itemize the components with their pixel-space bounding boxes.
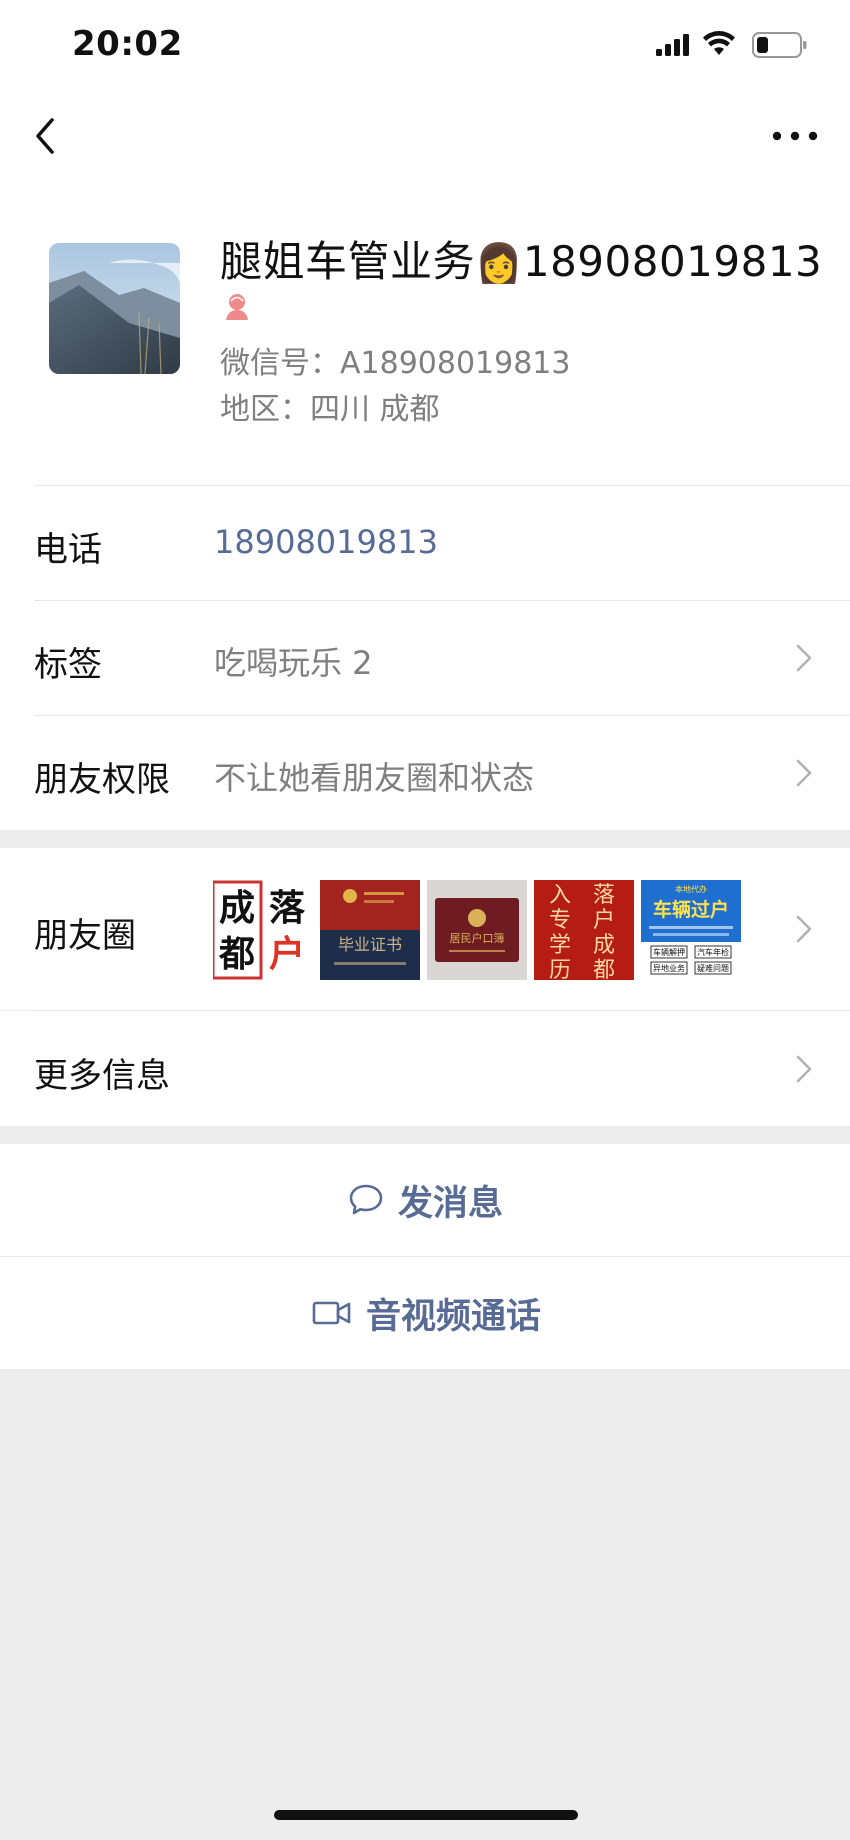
thumb-char: 都 <box>593 958 615 980</box>
permissions-value: 不让她看朋友圈和状态 <box>214 759 535 797</box>
status-bar: 20:02 <box>0 0 850 90</box>
chevron-right-icon <box>796 915 812 943</box>
thumb-char: 户 <box>269 933 305 975</box>
moments-thumb[interactable]: 居民户口簿 <box>427 880 527 980</box>
status-time: 20:02 <box>72 24 183 64</box>
wechat-id: 微信号：A18908019813 <box>220 346 571 381</box>
more-info-row[interactable]: 更多信息 <box>0 1011 850 1126</box>
thumb-text: 车辆过户 <box>653 898 729 921</box>
wifi-icon <box>703 31 735 55</box>
chat-bubble-icon <box>349 1184 383 1215</box>
nav-bar <box>0 100 850 172</box>
thumb-char: 专 <box>549 908 571 933</box>
thumb-text: 本地代办 <box>675 884 707 894</box>
home-indicator[interactable] <box>274 1810 578 1820</box>
female-icon <box>226 294 248 320</box>
thumb-char: 户 <box>593 908 615 933</box>
chevron-right-icon <box>796 644 812 672</box>
profile-name-suffix: 18908019813 <box>522 237 823 286</box>
profile-name-text: 腿姐车管业务 <box>220 237 476 286</box>
moments-thumb[interactable]: 入 落 专 户 学 成 历 都 <box>534 880 634 980</box>
thumb-char: 都 <box>218 933 255 975</box>
profile-name: 腿姐车管业务👩18908019813 <box>220 228 822 289</box>
chevron-right-icon <box>796 1055 812 1083</box>
moments-thumb[interactable]: 毕业证书 <box>320 880 420 980</box>
thumb-text: 毕业证书 <box>338 935 402 954</box>
moments-thumb[interactable]: 成 落 都 户 <box>213 880 313 980</box>
phone-label: 电话 <box>34 530 102 570</box>
friend-permissions-row[interactable]: 朋友权限 不让她看朋友圈和状态 <box>0 716 850 830</box>
section-gap <box>0 1126 850 1144</box>
thumb-text: 车辆解押 <box>653 947 685 957</box>
cellular-signal-icon <box>656 34 689 56</box>
tags-value: 吃喝玩乐 2 <box>214 644 373 682</box>
thumb-char: 落 <box>269 887 306 929</box>
thumb-char: 入 <box>549 883 571 908</box>
send-message-button[interactable]: 发消息 <box>0 1144 850 1256</box>
tags-row[interactable]: 标签 吃喝玩乐 2 <box>0 601 850 715</box>
voice-video-call-label: 音视频通话 <box>366 1296 542 1337</box>
moments-thumb[interactable]: 本地代办 车辆过户 车辆解押 汽车年检 异地业务 疑难问题 <box>641 880 741 980</box>
voice-video-call-button[interactable]: 音视频通话 <box>0 1257 850 1369</box>
thumb-text: 异地业务 <box>653 963 685 973</box>
thumb-char: 历 <box>549 958 571 980</box>
girl-emoji-icon: 👩 <box>475 241 523 285</box>
permissions-label: 朋友权限 <box>34 760 170 800</box>
back-button[interactable] <box>28 112 68 160</box>
thumb-char: 落 <box>593 883 615 908</box>
moments-label: 朋友圈 <box>34 916 136 956</box>
thumb-text: 居民户口簿 <box>450 931 505 945</box>
battery-icon <box>752 32 807 58</box>
thumb-text: 汽车年检 <box>697 947 729 957</box>
thumb-text: 疑难问题 <box>697 963 729 973</box>
avatar[interactable] <box>49 243 180 374</box>
thumb-char: 成 <box>593 933 615 958</box>
section-gap <box>0 830 850 848</box>
thumb-char: 成 <box>219 887 255 929</box>
chevron-right-icon <box>796 759 812 787</box>
tags-label: 标签 <box>34 645 102 685</box>
send-message-label: 发消息 <box>398 1183 504 1224</box>
more-options-button[interactable] <box>770 124 820 148</box>
region: 地区：四川 成都 <box>220 392 440 427</box>
phone-number-link[interactable]: 18908019813 <box>214 523 438 561</box>
phone-row[interactable]: 电话 18908019813 <box>0 486 850 600</box>
more-info-label: 更多信息 <box>34 1056 170 1096</box>
video-camera-icon <box>312 1301 351 1325</box>
thumb-char: 学 <box>549 933 571 958</box>
